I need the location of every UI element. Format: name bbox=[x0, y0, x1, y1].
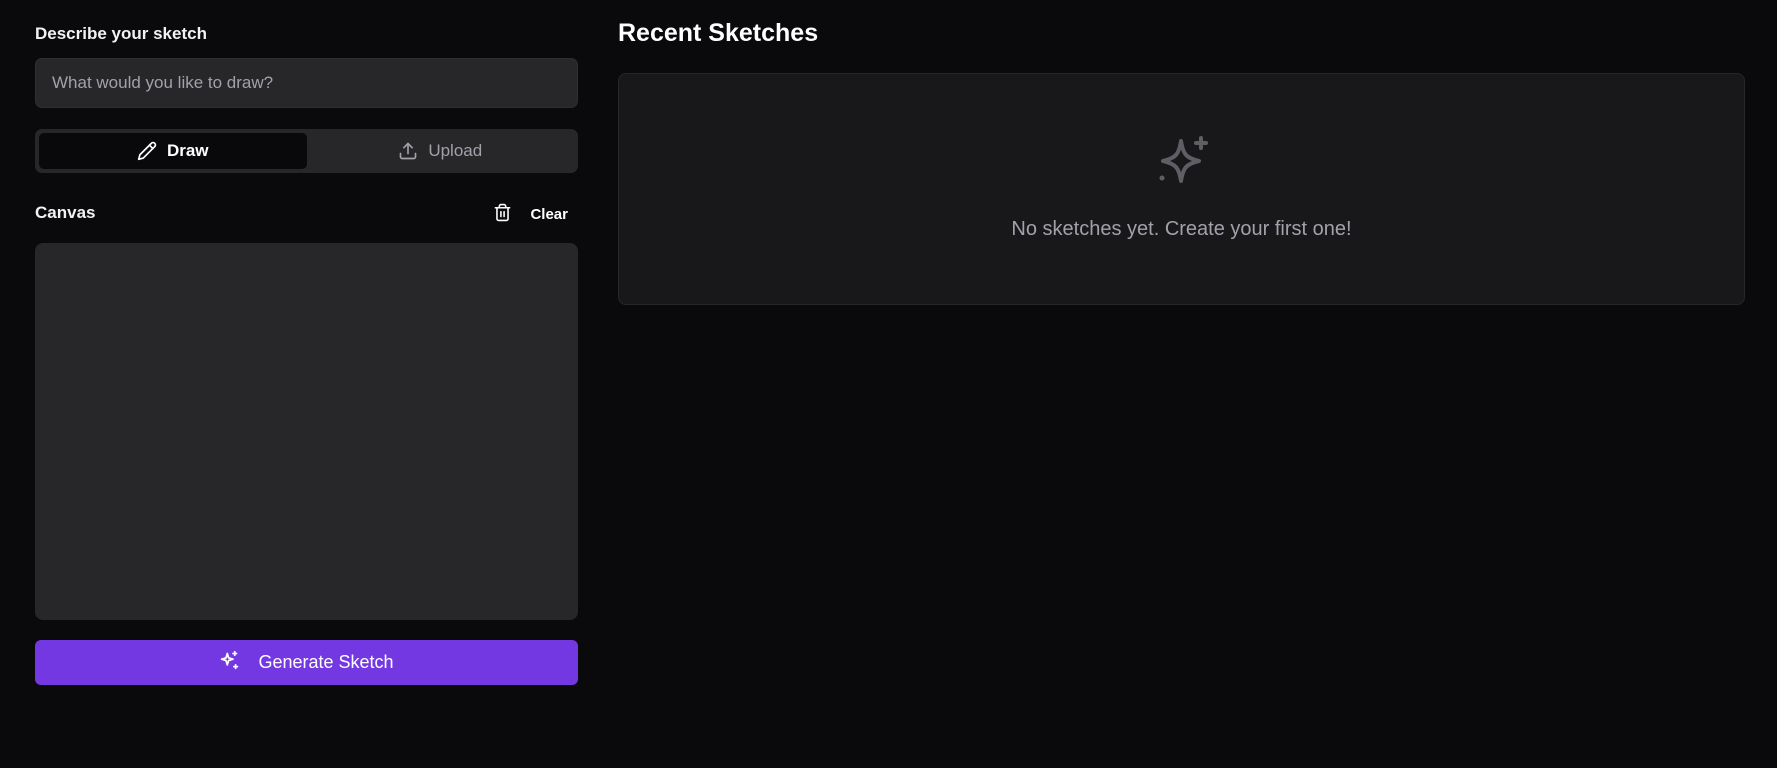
trash-icon bbox=[493, 202, 512, 227]
empty-state-card: No sketches yet. Create your first one! bbox=[618, 73, 1745, 305]
describe-label: Describe your sketch bbox=[35, 24, 207, 43]
mode-toggle: Draw Upload bbox=[35, 129, 578, 173]
generate-sketch-button[interactable]: Generate Sketch bbox=[35, 640, 578, 685]
draw-mode-label: Draw bbox=[166, 141, 209, 160]
upload-icon bbox=[398, 141, 418, 161]
generate-label: Generate Sketch bbox=[258, 652, 394, 672]
upload-mode-button[interactable]: Upload bbox=[307, 133, 575, 169]
sparkles-icon bbox=[1154, 134, 1214, 199]
pencil-icon bbox=[137, 141, 157, 161]
recent-sketches-title: Recent Sketches bbox=[618, 19, 819, 47]
upload-mode-label: Upload bbox=[428, 141, 483, 160]
canvas-label: Canvas bbox=[35, 203, 96, 222]
draw-mode-button[interactable]: Draw bbox=[39, 133, 307, 169]
prompt-input[interactable] bbox=[35, 58, 578, 108]
clear-label: Clear bbox=[530, 205, 568, 223]
clear-canvas-button[interactable]: Clear bbox=[493, 200, 568, 228]
drawing-canvas[interactable] bbox=[35, 243, 578, 620]
canvas-header: Canvas Clear bbox=[35, 200, 578, 228]
empty-state-message: No sketches yet. Create your first one! bbox=[1011, 218, 1352, 240]
app-page: Describe your sketch Draw bbox=[0, 0, 1777, 768]
sparkles-icon bbox=[219, 650, 240, 676]
